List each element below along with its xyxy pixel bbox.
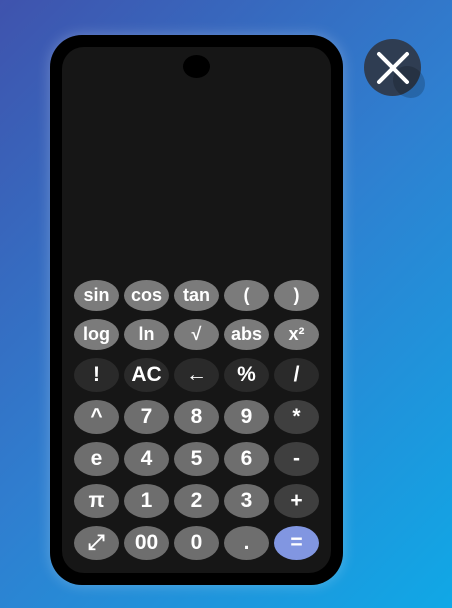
digit-8-button[interactable]: 8 (174, 400, 219, 434)
close-button[interactable] (364, 39, 421, 96)
expand-icon: ⤢ (88, 531, 105, 554)
left-paren-button[interactable]: ( (224, 280, 269, 311)
equals-button[interactable]: = (274, 526, 319, 560)
abs-button[interactable]: abs (224, 319, 269, 350)
e-button[interactable]: e (74, 442, 119, 476)
digit-0-button[interactable]: 0 (174, 526, 219, 560)
right-paren-button[interactable]: ) (274, 280, 319, 311)
digit-1-button[interactable]: 1 (124, 484, 169, 518)
power-button[interactable]: ^ (74, 400, 119, 434)
calculator-display (74, 67, 319, 267)
digit-7-button[interactable]: 7 (124, 400, 169, 434)
percent-button[interactable]: % (224, 358, 269, 392)
backspace-button[interactable]: ← (174, 358, 219, 392)
camera-notch (183, 55, 210, 78)
digit-3-button[interactable]: 3 (224, 484, 269, 518)
pi-button[interactable]: π (74, 484, 119, 518)
expand-button[interactable]: ⤢ (74, 526, 119, 560)
digit-6-button[interactable]: 6 (224, 442, 269, 476)
minus-button[interactable]: - (274, 442, 319, 476)
sqrt-button[interactable]: √ (174, 319, 219, 350)
digit-4-button[interactable]: 4 (124, 442, 169, 476)
cos-button[interactable]: cos (124, 280, 169, 311)
double-zero-button[interactable]: 00 (124, 526, 169, 560)
plus-button[interactable]: + (274, 484, 319, 518)
log-button[interactable]: log (74, 319, 119, 350)
keypad: sin cos tan ( ) log ln √ abs x² ! AC ← %… (74, 280, 320, 560)
multiply-button[interactable]: * (274, 400, 319, 434)
divide-button[interactable]: / (274, 358, 319, 392)
ln-button[interactable]: ln (124, 319, 169, 350)
digit-2-button[interactable]: 2 (174, 484, 219, 518)
sin-button[interactable]: sin (74, 280, 119, 311)
square-button[interactable]: x² (274, 319, 319, 350)
decimal-point-button[interactable]: . (224, 526, 269, 560)
digit-9-button[interactable]: 9 (224, 400, 269, 434)
all-clear-button[interactable]: AC (124, 358, 169, 392)
tan-button[interactable]: tan (174, 280, 219, 311)
factorial-button[interactable]: ! (74, 358, 119, 392)
digit-5-button[interactable]: 5 (174, 442, 219, 476)
close-icon (376, 51, 409, 84)
